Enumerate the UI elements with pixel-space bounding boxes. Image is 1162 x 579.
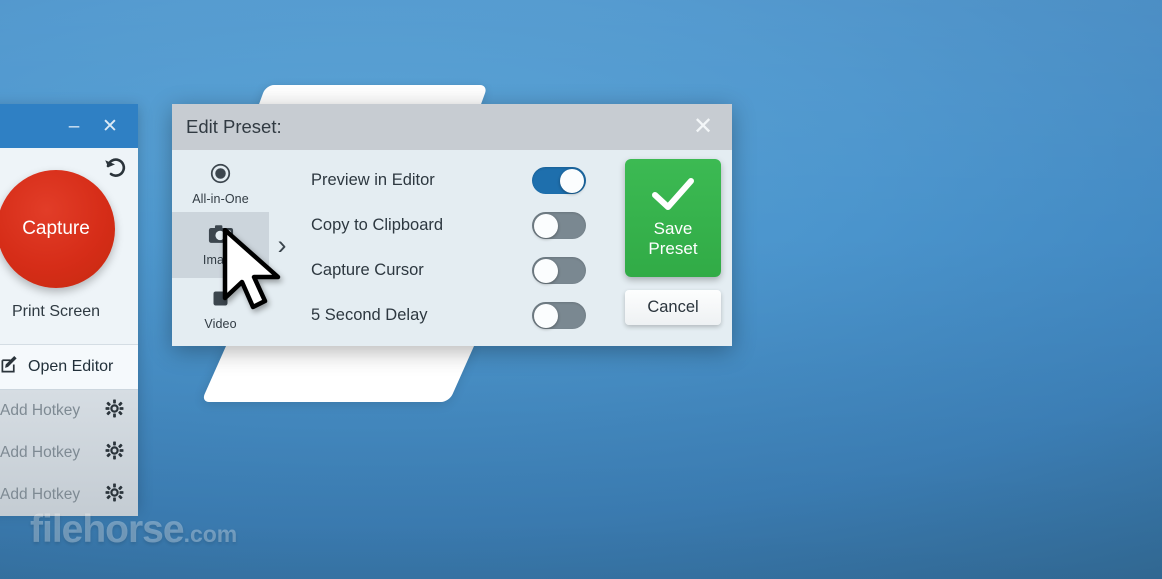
- option-row-copy-to-clipboard: Copy to Clipboard: [295, 203, 614, 248]
- option-row-capture-cursor: Capture Cursor: [295, 248, 614, 293]
- chevron-right-icon: ›: [277, 229, 287, 260]
- toggle-5-second-delay[interactable]: [532, 302, 586, 329]
- capture-mode-rail: All-in-One Image Video: [172, 150, 269, 346]
- open-editor-button[interactable]: Open Editor: [0, 345, 138, 390]
- cancel-button-label: Cancel: [647, 298, 699, 316]
- gear-icon[interactable]: [105, 483, 124, 507]
- minimize-button[interactable]: –: [56, 111, 92, 141]
- hotkey-label: Add Hotkey: [0, 486, 81, 503]
- save-preset-button[interactable]: Save Preset: [625, 159, 721, 277]
- toggle-knob: [534, 303, 558, 328]
- option-label: Copy to Clipboard: [311, 216, 444, 234]
- options-list: Preview in Editor Copy to Clipboard Capt…: [295, 150, 614, 346]
- save-preset-label: Save Preset: [648, 219, 698, 258]
- undo-arrow-icon[interactable]: [102, 155, 128, 181]
- checkmark-icon: [651, 178, 695, 217]
- dialog-title: Edit Preset:: [186, 116, 282, 137]
- video-square-icon: [210, 288, 231, 314]
- decorative-ribbon-bottom: [201, 344, 475, 402]
- edit-preset-dialog: Edit Preset: ✕ All-in-One Image Video › …: [172, 104, 732, 346]
- option-row-preview-in-editor: Preview in Editor: [295, 158, 614, 203]
- toggle-copy-to-clipboard[interactable]: [532, 212, 586, 239]
- hotkey-label: Add Hotkey: [0, 402, 81, 419]
- camera-icon: [208, 224, 234, 250]
- capture-button[interactable]: Capture: [0, 170, 115, 288]
- toggle-preview-in-editor[interactable]: [532, 167, 586, 194]
- hotkey-row[interactable]: Add Hotkey: [0, 390, 138, 432]
- watermark-tld: .com: [183, 521, 238, 547]
- mode-item-video[interactable]: Video: [172, 278, 269, 340]
- watermark-name: filehorse: [30, 508, 185, 551]
- screenshot-app-panel: – ✕ Capture Print Screen Open Editor Add…: [0, 104, 138, 516]
- app-titlebar: – ✕: [0, 104, 138, 148]
- gear-icon[interactable]: [105, 399, 124, 423]
- dialog-actions: Save Preset Cancel: [614, 150, 732, 346]
- mode-label: Image: [202, 252, 239, 267]
- open-editor-label: Open Editor: [28, 358, 114, 375]
- mode-label: All-in-One: [192, 191, 249, 206]
- cancel-button[interactable]: Cancel: [625, 290, 721, 325]
- capture-hotkey-label: Print Screen: [11, 303, 101, 320]
- option-label: 5 Second Delay: [311, 306, 428, 324]
- toggle-capture-cursor[interactable]: [532, 257, 586, 284]
- option-label: Preview in Editor: [311, 171, 435, 189]
- mode-label: Video: [204, 316, 237, 331]
- mode-item-image[interactable]: Image: [172, 212, 269, 278]
- hotkey-label: Add Hotkey: [0, 444, 81, 461]
- mode-item-all-in-one[interactable]: All-in-One: [172, 156, 269, 212]
- gear-icon[interactable]: [105, 441, 124, 465]
- option-row-5-second-delay: 5 Second Delay: [295, 293, 614, 338]
- hotkey-row[interactable]: Add Hotkey: [0, 432, 138, 474]
- record-circle-icon: [210, 163, 231, 189]
- filehorse-watermark: filehorse.com: [30, 508, 237, 552]
- edit-square-icon: [0, 355, 19, 379]
- dialog-body: All-in-One Image Video › Preview in Edit…: [172, 150, 732, 346]
- hotkey-list: Add Hotkey Add Hotkey Add Hotkey: [0, 390, 138, 516]
- dialog-titlebar: Edit Preset: ✕: [172, 104, 732, 150]
- capture-button-label: Capture: [22, 218, 90, 239]
- capture-area: Capture Print Screen: [0, 148, 138, 345]
- close-button[interactable]: ✕: [92, 111, 128, 141]
- toggle-knob: [534, 258, 558, 283]
- toggle-knob: [534, 213, 558, 238]
- toggle-knob: [560, 168, 584, 193]
- close-icon[interactable]: ✕: [690, 115, 716, 139]
- option-label: Capture Cursor: [311, 261, 424, 279]
